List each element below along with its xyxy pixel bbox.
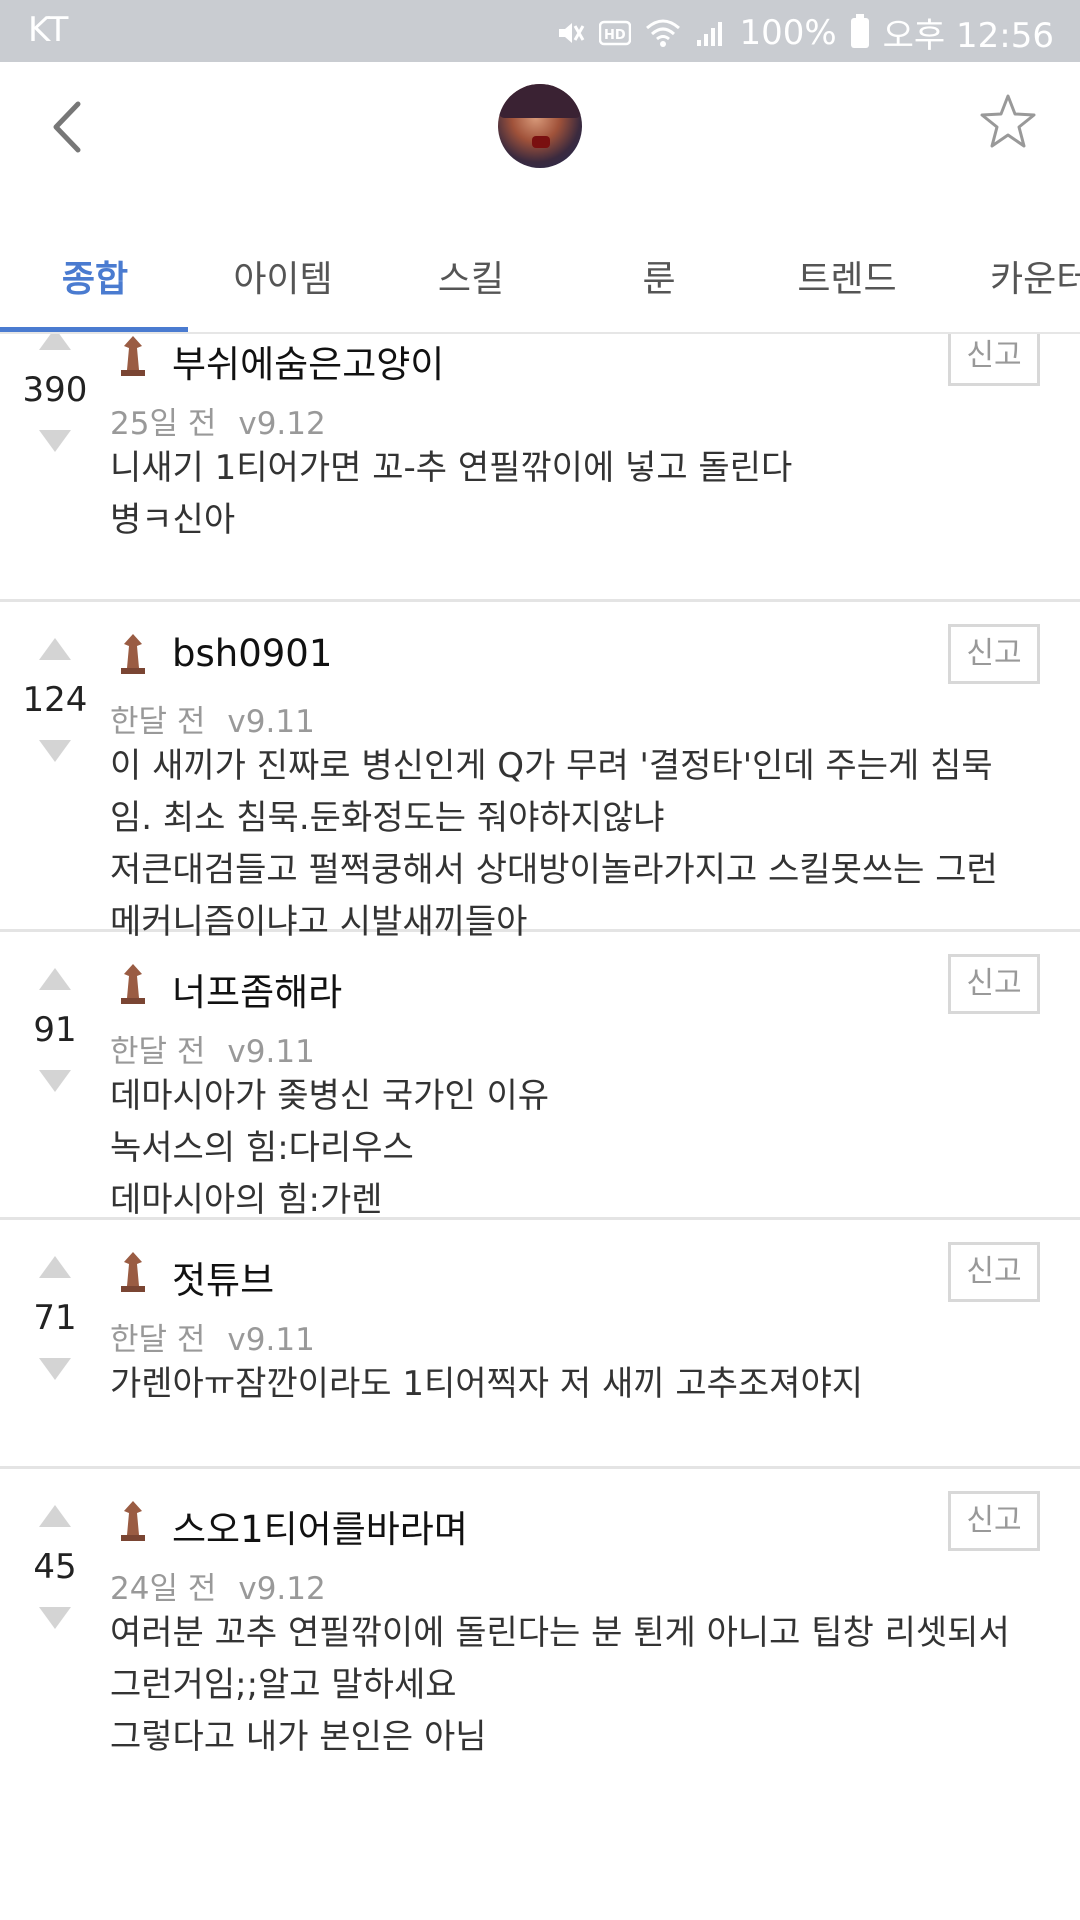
svg-text:HD: HD bbox=[604, 28, 626, 43]
back-icon[interactable] bbox=[40, 92, 100, 162]
tier-icon bbox=[121, 634, 145, 674]
comment-line: 임. 최소 침묵.둔화정도는 줘야하지않냐 bbox=[110, 798, 665, 838]
comment-username[interactable]: bsh0901 bbox=[172, 632, 332, 675]
comment-meta: 24일 전 v9.12 bbox=[110, 1563, 326, 1608]
tier-icon bbox=[121, 964, 145, 1004]
report-button[interactable]: 신고 bbox=[948, 334, 1040, 386]
vote-count: 91 bbox=[33, 1010, 77, 1050]
comment-time: 24일 전 bbox=[110, 1571, 217, 1607]
upvote-icon[interactable] bbox=[39, 1505, 71, 1527]
vote-control: 71 bbox=[0, 1256, 110, 1380]
upvote-icon[interactable] bbox=[39, 1256, 71, 1278]
downvote-icon[interactable] bbox=[39, 740, 71, 762]
comment-body: 데마시아가 좆병신 국가인 이유 녹서스의 힘:다리우스 데마시아의 힘:가렌 bbox=[110, 1070, 1040, 1226]
vote-count: 124 bbox=[22, 680, 88, 720]
report-button[interactable]: 신고 bbox=[948, 1242, 1040, 1302]
vote-control: 124 bbox=[0, 638, 110, 762]
upvote-icon[interactable] bbox=[39, 638, 71, 660]
downvote-icon[interactable] bbox=[39, 1070, 71, 1092]
downvote-icon[interactable] bbox=[39, 430, 71, 452]
vote-count: 71 bbox=[33, 1298, 77, 1338]
avatar-mouth bbox=[532, 136, 550, 148]
comment-line: 이 새끼가 진짜로 병신인게 Q가 무려 '결정타'인데 주는게 침묵 bbox=[110, 746, 993, 786]
comment-username[interactable]: 부쉬에숨은고양이 bbox=[172, 334, 444, 388]
comment-body: 니새기 1티어가면 꼬-추 연필깎이에 넣고 돌린다 병ㅋ신아 bbox=[110, 442, 1040, 546]
vote-count: 390 bbox=[22, 370, 88, 410]
tab-items[interactable]: 아이템 bbox=[188, 250, 378, 310]
comment-meta: 한달 전 v9.11 bbox=[110, 1314, 315, 1359]
comment-username[interactable]: 너프좀해라 bbox=[172, 962, 342, 1016]
tier-icon bbox=[121, 1501, 145, 1541]
comment-time: 한달 전 bbox=[110, 1034, 206, 1070]
comment-line: 여러분 꼬추 연필깎이에 돌린다는 분 퇸게 아니고 팁창 리셋되서 bbox=[110, 1613, 1010, 1653]
carrier-label: KT bbox=[28, 10, 69, 50]
hd-icon: HD bbox=[599, 20, 632, 45]
comment-time: 한달 전 bbox=[110, 704, 206, 740]
comment-line: 가렌아ㅠ잠깐이라도 1티어찍자 저 새끼 고추조져야지 bbox=[110, 1364, 864, 1404]
vote-control: 91 bbox=[0, 968, 110, 1092]
comment-line: 데마시아가 좆병신 국가인 이유 bbox=[110, 1076, 550, 1116]
comment-body: 이 새끼가 진짜로 병신인게 Q가 무려 '결정타'인데 주는게 침묵 임. 최… bbox=[110, 740, 1040, 948]
comment-line: 녹서스의 힘:다리우스 bbox=[110, 1128, 414, 1168]
app-header bbox=[0, 62, 1080, 232]
clock: 오후 12:56 bbox=[882, 16, 1054, 56]
signal-icon bbox=[697, 21, 723, 46]
vote-control: 390 bbox=[0, 334, 110, 452]
report-button[interactable]: 신고 bbox=[948, 624, 1040, 684]
vote-count: 45 bbox=[33, 1547, 77, 1587]
active-tab-indicator bbox=[0, 327, 188, 332]
comment-version: v9.11 bbox=[227, 1034, 315, 1070]
report-button[interactable]: 신고 bbox=[948, 1491, 1040, 1551]
comment-item: 390 부쉬에숨은고양이 25일 전 v9.12 신고 니새기 1티어가면 꼬-추… bbox=[0, 334, 1080, 602]
downvote-icon[interactable] bbox=[39, 1607, 71, 1629]
comment-version: v9.12 bbox=[238, 406, 326, 442]
champion-avatar bbox=[498, 84, 582, 168]
tier-icon bbox=[121, 336, 145, 376]
vote-control: 45 bbox=[0, 1505, 110, 1629]
comment-version: v9.11 bbox=[227, 704, 315, 740]
comment-time: 한달 전 bbox=[110, 1322, 206, 1358]
mute-icon bbox=[559, 22, 585, 43]
comment-line: 데마시아의 힘:가렌 bbox=[110, 1180, 383, 1220]
wifi-icon bbox=[646, 19, 681, 47]
upvote-icon[interactable] bbox=[39, 968, 71, 990]
favorite-star-icon[interactable] bbox=[978, 92, 1038, 152]
status-icons: HD 100% 오후 12:56 bbox=[555, 8, 1054, 57]
battery-icon bbox=[850, 13, 869, 48]
battery-percent: 100% bbox=[739, 12, 837, 53]
comment-username[interactable]: 젓튜브 bbox=[172, 1250, 274, 1304]
comment-list[interactable]: 390 부쉬에숨은고양이 25일 전 v9.12 신고 니새기 1티어가면 꼬-추… bbox=[0, 334, 1080, 1920]
comment-meta: 25일 전 v9.12 bbox=[110, 398, 326, 443]
comment-time: 25일 전 bbox=[110, 406, 217, 442]
status-bar: KT HD 100% 오후 12:56 bbox=[0, 0, 1080, 62]
comment-meta: 한달 전 v9.11 bbox=[110, 1026, 315, 1071]
comment-line: 니새기 1티어가면 꼬-추 연필깎이에 넣고 돌린다 bbox=[110, 448, 793, 488]
comment-line: 그렇다고 내가 본인은 아님 bbox=[110, 1717, 487, 1757]
upvote-icon[interactable] bbox=[39, 334, 71, 350]
comment-line: 병ㅋ신아 bbox=[110, 500, 236, 540]
comment-version: v9.11 bbox=[227, 1322, 315, 1358]
comment-item: 91 너프좀해라 한달 전 v9.11 신고 데마시아가 좆병신 국가인 이유 녹… bbox=[0, 932, 1080, 1220]
comment-item: 71 젓튜브 한달 전 v9.11 신고 가렌아ㅠ잠깐이라도 1티어찍자 저 새끼… bbox=[0, 1220, 1080, 1469]
tab-skills[interactable]: 스킬 bbox=[376, 250, 566, 310]
comment-body: 여러분 꼬추 연필깎이에 돌린다는 분 퇸게 아니고 팁창 리셋되서 그런거임;… bbox=[110, 1607, 1040, 1763]
tab-trends[interactable]: 트렌드 bbox=[752, 250, 942, 310]
comment-username[interactable]: 스오1티어를바라며 bbox=[172, 1499, 468, 1553]
comment-version: v9.12 bbox=[238, 1571, 326, 1607]
comment-line: 저큰대검들고 펄쩍쿵해서 상대방이놀라가지고 스킬못쓰는 그런 bbox=[110, 850, 998, 890]
tier-icon bbox=[121, 1252, 145, 1292]
tab-runes[interactable]: 룬 bbox=[564, 250, 754, 310]
comment-meta: 한달 전 v9.11 bbox=[110, 696, 315, 741]
tab-counter[interactable]: 카운터 bbox=[940, 250, 1080, 310]
downvote-icon[interactable] bbox=[39, 1358, 71, 1380]
comment-body: 가렌아ㅠ잠깐이라도 1티어찍자 저 새끼 고추조져야지 bbox=[110, 1358, 1040, 1410]
comment-item: 45 스오1티어를바라며 24일 전 v9.12 신고 여러분 꼬추 연필깎이에 … bbox=[0, 1469, 1080, 1869]
avatar-hair bbox=[498, 84, 582, 118]
comment-line: 그런거임;;알고 말하세요 bbox=[110, 1665, 457, 1705]
comment-item: 124 bsh0901 한달 전 v9.11 신고 이 새끼가 진짜로 병신인게 … bbox=[0, 602, 1080, 942]
tab-overview[interactable]: 종합 bbox=[0, 250, 190, 310]
tab-bar: 종합 아이템 스킬 룬 트렌드 카운터 bbox=[0, 232, 1080, 334]
report-button[interactable]: 신고 bbox=[948, 954, 1040, 1014]
